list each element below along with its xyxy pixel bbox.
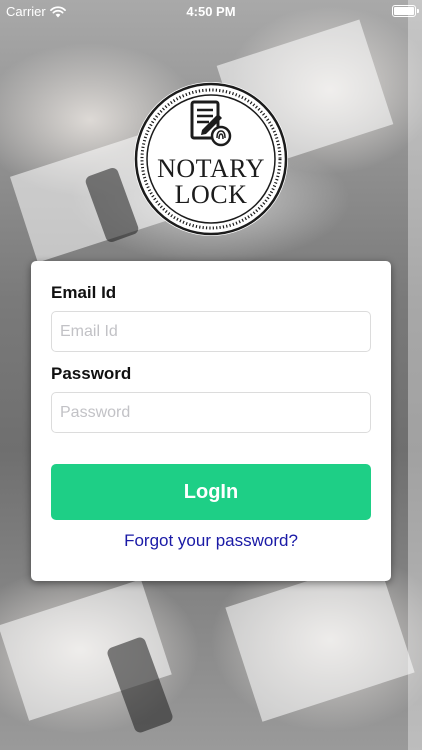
status-bar: Carrier 4:50 PM — [0, 0, 422, 22]
email-input[interactable] — [51, 311, 371, 352]
status-time: 4:50 PM — [186, 4, 236, 19]
forgot-password-link[interactable]: Forgot your password? — [31, 531, 391, 551]
logo-title-line2: LOCK — [174, 180, 248, 209]
login-card: Email Id Password LogIn Forgot your pass… — [31, 261, 391, 581]
battery-fill — [394, 7, 414, 15]
notary-lock-logo: NOTARY LOCK — [134, 82, 288, 236]
document-fingerprint-icon — [190, 100, 232, 147]
password-input[interactable] — [51, 392, 371, 433]
password-label: Password — [51, 364, 132, 383]
login-button[interactable]: LogIn — [51, 464, 371, 520]
email-label: Email Id — [51, 283, 117, 302]
battery-icon — [392, 5, 419, 17]
